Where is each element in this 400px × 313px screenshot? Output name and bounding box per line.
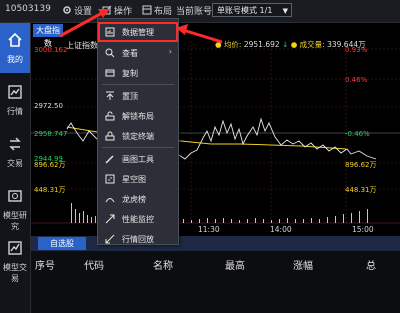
axis-left-label: 2972.50 — [34, 102, 63, 110]
axis-right-label: -0.46% — [345, 130, 370, 138]
layout-icon — [142, 5, 152, 15]
layout-menu[interactable]: 布局 — [154, 4, 172, 17]
draw-tool-icon — [105, 155, 114, 164]
sidebar-item-label: 行情 — [7, 107, 23, 116]
sidebar-item-label: 模型交易 — [3, 263, 27, 283]
menu-item-label: 解锁布局 — [122, 112, 154, 121]
avg-price-value: 2951.692 — [243, 40, 280, 49]
time-label: 15:00 — [352, 225, 374, 234]
account-id: 10503139 — [5, 4, 51, 14]
unlock-layout-icon — [105, 111, 115, 121]
menu-item-dragon-tiger[interactable]: 龙虎榜 — [98, 189, 178, 209]
sidebar: 我的 行情 交易 模型研究 模型交易 — [0, 23, 31, 313]
market-icon — [8, 85, 22, 99]
tab-market-index[interactable]: 大盘指数 — [33, 24, 63, 48]
sidebar-item-model-research[interactable]: 模型研究 — [0, 179, 30, 231]
menu-item-label: 龙虎榜 — [122, 195, 146, 204]
sidebar-item-mine[interactable]: 我的 — [0, 23, 30, 73]
menu-item-draw-tools[interactable]: 画图工具 — [98, 149, 178, 169]
axis-right-label: 0.46% — [345, 76, 368, 84]
home-icon — [8, 33, 22, 47]
avg-price-label: 均价: — [223, 40, 242, 49]
account-mode-select[interactable]: 单账号模式 1/1 ▼ — [212, 3, 292, 17]
sidebar-item-label: 交易 — [7, 159, 23, 168]
volume-label: 成交量: — [299, 40, 325, 49]
menu-item-label: 数据管理 — [122, 28, 154, 37]
axis-right-label: 448.31万 — [345, 186, 377, 194]
performance-icon — [105, 214, 115, 224]
axis-left-label: 2958.747 — [34, 130, 68, 138]
gear-icon — [63, 6, 71, 14]
column-header-code[interactable]: 代码 — [84, 257, 104, 272]
watchlist-tab-strip — [31, 236, 400, 251]
menu-item-label: 查看 — [122, 49, 138, 58]
operate-dropdown-menu: 数据管理 查看 › 复制 置顶 解锁布局 锁定终端 画图工具 星空图 龙虎榜 性… — [97, 18, 179, 245]
copy-icon — [105, 69, 115, 77]
menu-item-label: 画图工具 — [122, 155, 154, 164]
menu-item-performance[interactable]: 性能监控 — [98, 209, 178, 229]
avg-price-dot: ● — [215, 40, 222, 49]
time-label: 14:00 — [270, 225, 292, 234]
axis-left-label: 3000.162 — [34, 46, 68, 54]
axis-right-label: 0.93% — [345, 46, 368, 54]
chevron-down-icon: ▼ — [282, 7, 288, 15]
time-label: 11:30 — [198, 225, 220, 234]
star-chart-icon — [105, 174, 115, 184]
menu-separator — [102, 84, 174, 85]
replay-icon — [105, 234, 115, 244]
menu-item-label: 锁定终端 — [122, 132, 154, 141]
index-name: 上证指数 — [66, 41, 98, 50]
column-header-high[interactable]: 最高 — [225, 257, 245, 272]
settings-menu[interactable]: 设置 — [74, 4, 92, 17]
sidebar-item-label: 我的 — [7, 55, 23, 64]
axis-left-label: 448.31万 — [34, 186, 66, 194]
chevron-right-icon: › — [168, 47, 172, 56]
research-icon — [8, 190, 22, 202]
column-header-index[interactable]: 序号 — [35, 257, 55, 272]
data-manage-icon — [105, 27, 115, 37]
operate-menu[interactable]: 操作 — [114, 4, 132, 17]
sidebar-item-label: 模型研究 — [3, 211, 27, 231]
menu-item-star-chart[interactable]: 星空图 — [98, 169, 178, 189]
sidebar-item-trade[interactable]: 交易 — [0, 127, 30, 177]
chart-legend: ● 均价: 2951.692 ↓ ● 成交量: 339.644万 — [215, 39, 366, 50]
menu-item-label: 复制 — [122, 69, 138, 78]
axis-right-label: 896.62万 — [345, 161, 377, 169]
current-account-label: 当前账号 — [176, 7, 213, 17]
menu-item-lock-terminal[interactable]: 锁定终端 — [98, 126, 178, 146]
axis-left-label: 896.62万 — [34, 161, 66, 169]
sidebar-item-market[interactable]: 行情 — [0, 75, 30, 125]
arrow-down-icon: ↓ — [282, 40, 289, 49]
menu-separator — [102, 147, 174, 148]
volume-dot: ● — [290, 40, 298, 49]
menu-item-label: 置顶 — [122, 92, 138, 101]
tab-watchlist[interactable]: 自选股 — [38, 237, 86, 250]
column-header-change[interactable]: 涨幅 — [293, 257, 313, 272]
sidebar-item-model-trade[interactable]: 模型交易 — [0, 231, 30, 283]
menu-item-unlock-layout[interactable]: 解锁布局 — [98, 106, 178, 126]
menu-item-replay[interactable]: 行情回放 — [98, 229, 178, 249]
menu-item-label: 性能监控 — [122, 215, 154, 224]
view-icon — [105, 48, 115, 58]
lock-terminal-icon — [105, 131, 115, 141]
top-bar: 10503139 设置 操作 布局 当前账号 单账号模式 1/1 ▼ — [0, 0, 400, 23]
trade-icon — [9, 137, 21, 151]
menu-item-pin-top[interactable]: 置顶 — [98, 86, 178, 106]
pin-top-icon — [106, 91, 114, 100]
menu-item-data-management[interactable]: 数据管理 — [98, 22, 178, 42]
menu-item-view[interactable]: 查看 › — [98, 43, 178, 63]
edit-icon — [102, 5, 112, 15]
menu-item-label: 星空图 — [122, 175, 146, 184]
menu-item-copy[interactable]: 复制 — [98, 63, 178, 83]
account-mode-value: 单账号模式 1/1 — [217, 6, 273, 15]
column-header-name[interactable]: 名称 — [153, 257, 173, 272]
column-header-total[interactable]: 总 — [366, 257, 376, 272]
menu-item-label: 行情回放 — [122, 235, 154, 244]
model-trade-icon — [8, 241, 22, 255]
dragon-tiger-icon — [105, 198, 115, 203]
